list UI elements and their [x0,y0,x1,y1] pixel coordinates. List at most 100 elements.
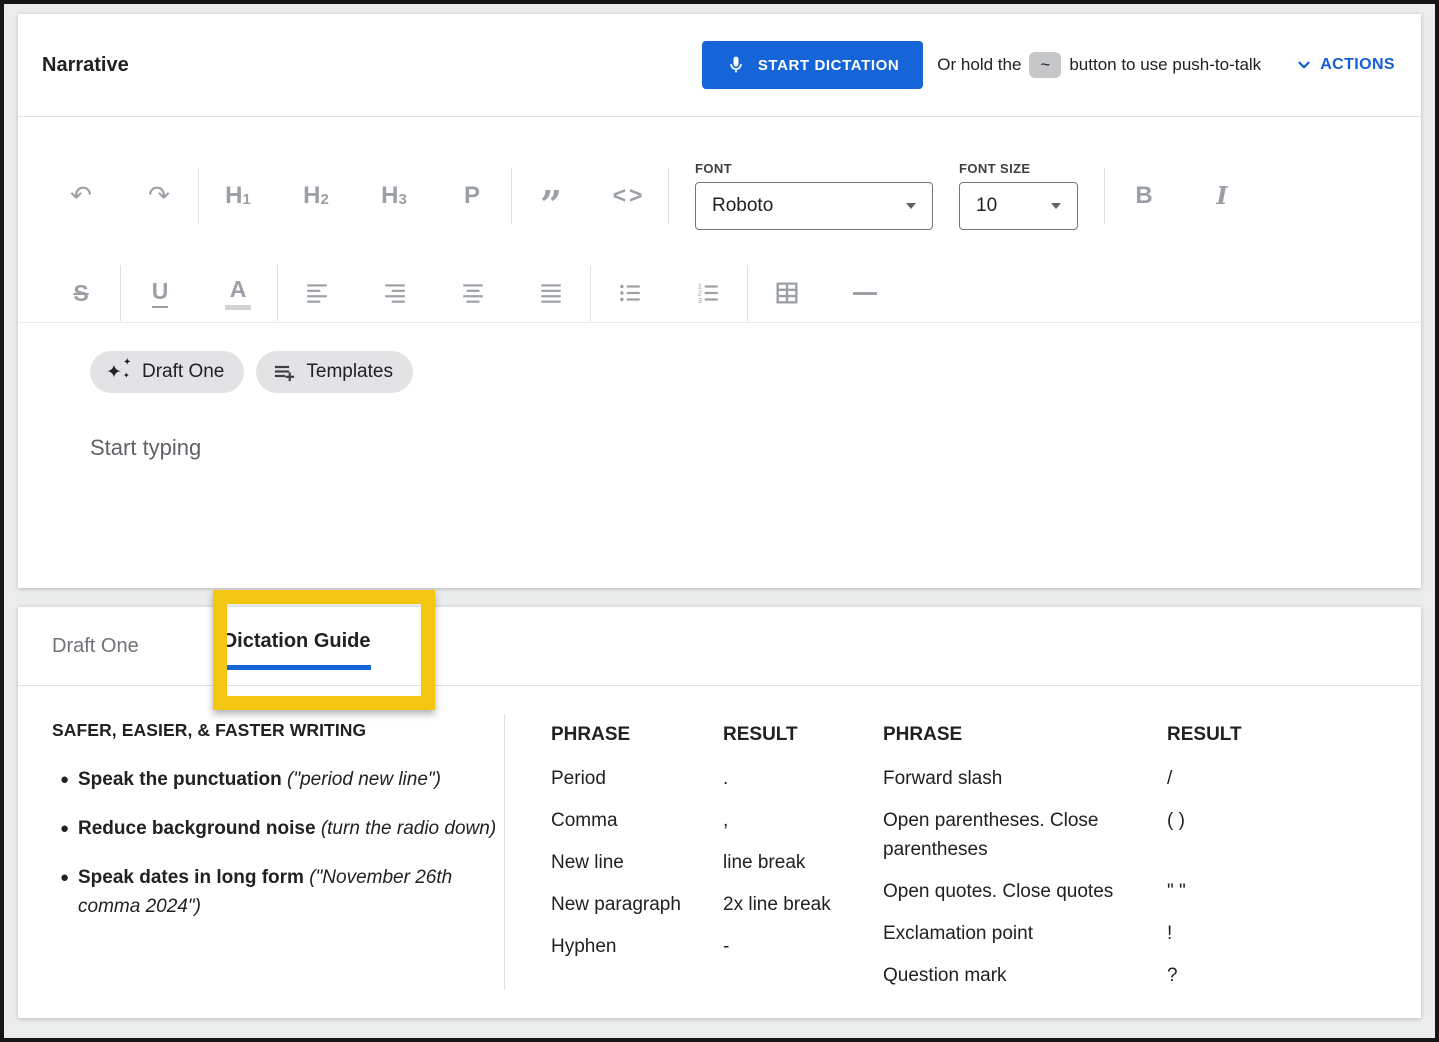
code-button[interactable]: <> [590,172,668,220]
dictation-guide-content: SAFER, EASIER, & FASTER WRITING ● Speak … [18,686,1421,1020]
toolbar-divider [668,168,669,224]
table-row: Hyphen [551,932,723,961]
font-size-value: 10 [976,195,997,217]
heading1-button[interactable]: H1 [199,172,277,220]
templates-chip-label: Templates [306,361,393,383]
page-title: Narrative [42,54,129,77]
tilde-keycap: ~ [1029,52,1061,78]
table-icon [773,279,801,307]
h3-icon: H [381,182,398,210]
undo-button[interactable]: ↶ [42,172,120,220]
toolbar-row-2: S U A 123 [18,264,1421,322]
redo-button[interactable]: ↷ [120,172,198,220]
actions-menu-button[interactable]: ACTIONS [1295,56,1395,74]
align-right-icon [382,280,408,306]
bullet-list-button[interactable] [591,269,669,317]
text-color-button[interactable]: A [199,269,277,317]
narrative-editor-card: Narrative START DICTATION Or hold the ~ … [18,14,1421,588]
microphone-icon [726,55,746,75]
push-to-talk-suffix: button to use push-to-talk [1069,55,1261,75]
bullet-icon: ● [52,765,78,794]
push-to-talk-prefix: Or hold the [937,55,1021,75]
font-size-label: FONT SIZE [959,161,1078,176]
push-to-talk-hint: Or hold the ~ button to use push-to-talk [937,52,1261,78]
bold-button[interactable]: B [1105,172,1183,220]
align-left-button[interactable] [278,269,356,317]
dropdown-caret-icon [1051,203,1061,209]
guide-column-divider [504,714,505,990]
blockquote-button[interactable]: ” [512,172,590,220]
narrative-header: Narrative START DICTATION Or hold the ~ … [18,14,1421,116]
table-row: Open parentheses. Close parentheses [883,806,1167,864]
numbered-list-icon: 123 [695,280,721,306]
draft-one-chip[interactable]: ✦ ✦ ✦ Draft One [90,351,244,393]
table-row: New paragraph [551,890,723,919]
bullet-icon: ● [52,863,78,921]
writing-tips-column: SAFER, EASIER, & FASTER WRITING ● Speak … [52,720,504,990]
table-row: Question mark [883,961,1167,990]
align-right-button[interactable] [356,269,434,317]
phrase-column-header: PHRASE [551,720,723,749]
start-dictation-label: START DICTATION [758,57,899,74]
phrase-table-symbols: PHRASE RESULT Forward slash / Open paren… [883,720,1257,990]
bullet-list-icon [617,280,643,306]
strikethrough-button[interactable]: S [42,269,120,317]
list-item: ● Speak dates in long form ("November 26… [52,863,504,921]
numbered-list-button[interactable]: 123 [669,269,747,317]
italic-icon: I [1216,181,1227,210]
tab-draft-one[interactable]: Draft One [52,635,139,658]
align-justify-icon [538,280,564,306]
h2-icon: H [303,182,320,210]
table-row: Forward slash [883,764,1167,793]
heading2-button[interactable]: H2 [277,172,355,220]
phrase-table-basic: PHRASE RESULT Period . Comma , New line … [551,720,835,990]
undo-icon: ↶ [70,183,92,209]
bold-icon: B [1135,182,1152,210]
rich-text-editor[interactable]: Start typing [90,435,1421,461]
h1-icon: H [225,182,242,210]
quote-icon: ” [540,197,562,212]
horizontal-rule-button[interactable] [826,269,904,317]
guide-tabs: Draft One Dictation Guide [18,607,1421,686]
paragraph-icon: P [464,182,480,210]
italic-button[interactable]: I [1183,172,1261,220]
redo-icon: ↷ [148,183,170,209]
actions-label: ACTIONS [1320,56,1395,74]
start-dictation-button[interactable]: START DICTATION [702,41,923,89]
tab-dictation-guide[interactable]: Dictation Guide [223,630,371,670]
svg-text:3: 3 [698,296,702,305]
strikethrough-icon: S [73,280,88,307]
playlist-add-icon [272,360,296,384]
templates-chip[interactable]: Templates [256,351,413,393]
tips-heading: SAFER, EASIER, & FASTER WRITING [52,720,504,741]
insert-table-button[interactable] [748,269,826,317]
list-item: ● Reduce background noise (turn the radi… [52,814,504,843]
table-row: Period [551,764,723,793]
result-column-header: RESULT [723,720,835,749]
align-left-icon [304,280,330,306]
font-size-group: FONT SIZE 10 [959,161,1078,230]
text-color-icon: A [225,276,251,310]
chevron-down-icon [1295,56,1313,74]
align-center-icon [460,280,486,306]
phrase-column-header: PHRASE [883,720,1167,749]
editor-chips-row: ✦ ✦ ✦ Draft One Templates [90,351,1421,393]
underline-button[interactable]: U [121,269,199,317]
align-center-button[interactable] [434,269,512,317]
align-justify-button[interactable] [512,269,590,317]
heading3-button[interactable]: H3 [355,172,433,220]
editor-placeholder: Start typing [90,435,201,460]
table-row: Comma [551,806,723,835]
sparkle-icon: ✦ ✦ ✦ [106,360,132,384]
app-screenshot: { "header": { "title": "Narrative", "dic… [0,0,1439,1042]
draft-one-chip-label: Draft One [142,361,224,383]
font-label: FONT [695,161,933,176]
underline-icon: U [152,278,169,308]
table-row: Open quotes. Close quotes [883,877,1167,906]
font-family-select[interactable]: Roboto [695,182,933,230]
table-row: New line [551,848,723,877]
font-family-value: Roboto [712,195,773,217]
paragraph-button[interactable]: P [433,172,511,220]
font-size-select[interactable]: 10 [959,182,1078,230]
horizontal-rule-icon [853,292,877,295]
